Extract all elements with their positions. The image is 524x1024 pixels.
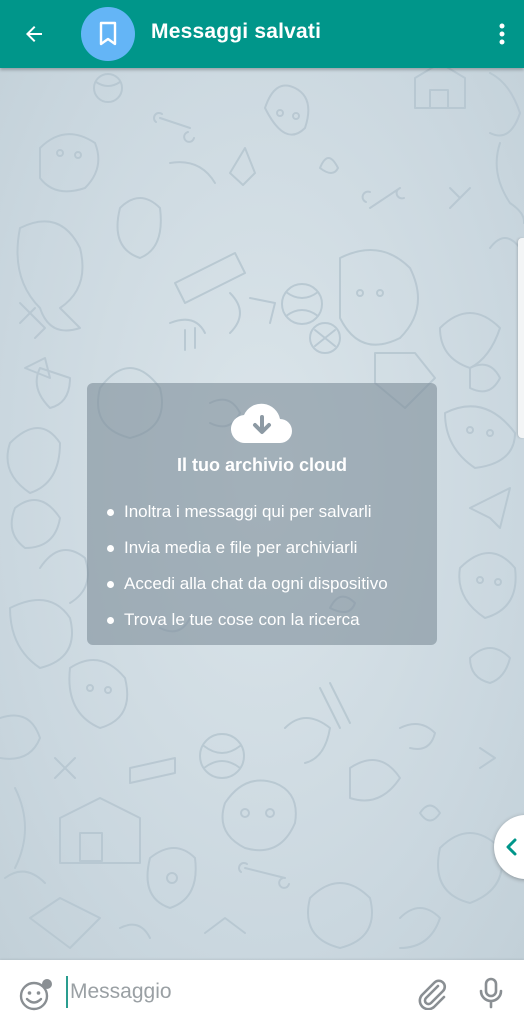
chat-title[interactable]: Messaggi salvati — [151, 20, 321, 44]
cloud-info-card: Il tuo archivio cloud Inoltra i messaggi… — [87, 383, 437, 645]
message-input[interactable] — [66, 976, 400, 1008]
feature-list: Inoltra i messaggi qui per salvarli Invi… — [105, 501, 388, 645]
more-vertical-icon — [499, 23, 505, 45]
cloud-download-icon — [230, 403, 292, 444]
microphone-button[interactable] — [476, 976, 506, 1010]
attach-button[interactable] — [414, 976, 448, 1011]
scroll-handle[interactable] — [518, 238, 524, 438]
back-button[interactable] — [16, 16, 52, 52]
microphone-icon — [479, 977, 503, 1009]
app-header: Messaggi salvati — [0, 0, 524, 68]
emoji-button[interactable] — [18, 976, 54, 1012]
chat-area[interactable]: Il tuo archivio cloud Inoltra i messaggi… — [0, 68, 524, 960]
paperclip-icon — [418, 979, 446, 1011]
emoji-icon — [19, 979, 52, 1011]
list-item: Accedi alla chat da ogni dispositivo — [105, 573, 388, 609]
bookmark-icon — [99, 21, 117, 46]
list-item: Invia media e file per archiviarli — [105, 537, 388, 573]
list-item: Trova le tue cose con la ricerca — [105, 609, 388, 645]
message-input-bar — [0, 960, 524, 1024]
menu-button[interactable] — [494, 18, 510, 50]
arrow-left-icon — [26, 26, 42, 42]
card-title: Il tuo archivio cloud — [176, 455, 347, 475]
list-item: Inoltra i messaggi qui per salvarli — [105, 501, 388, 537]
chevron-left-icon — [506, 838, 517, 856]
avatar[interactable] — [81, 7, 135, 61]
